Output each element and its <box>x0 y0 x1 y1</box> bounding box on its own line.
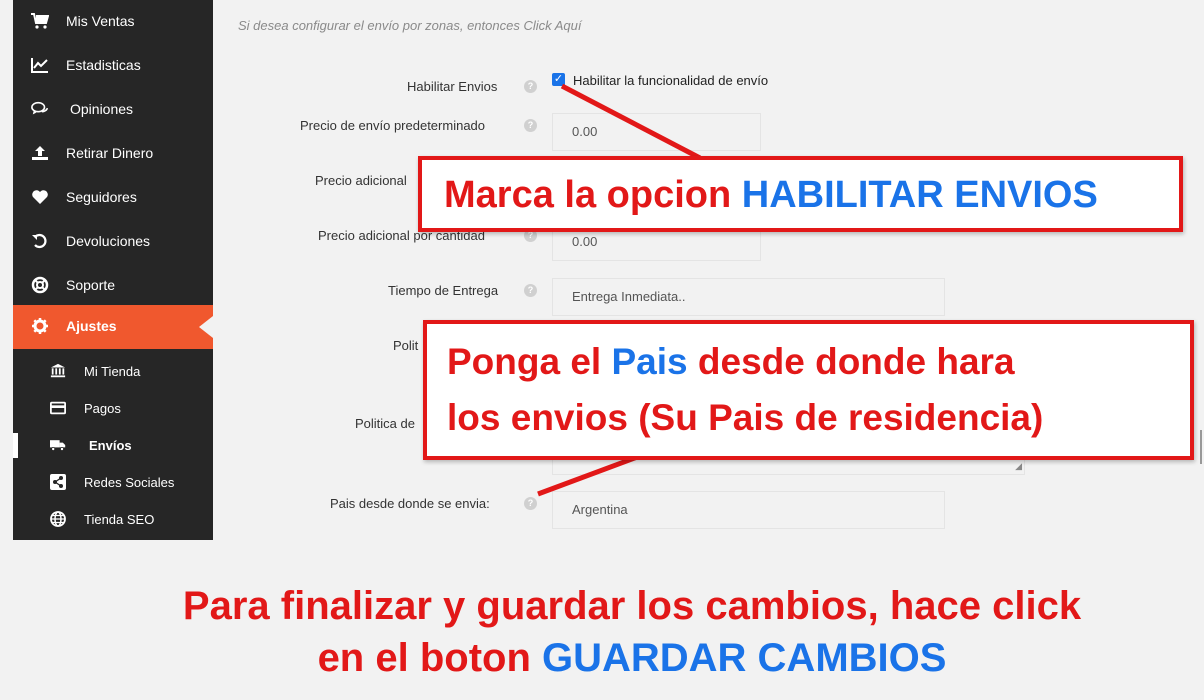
default-price-label: Precio de envío predeterminado <box>300 118 486 133</box>
callout-text: Ponga el <box>447 341 612 382</box>
sidebar-item-label: Estadisticas <box>66 57 141 73</box>
additional-price-label: Precio adicional <box>315 173 407 188</box>
callout-text: los envios (Su Pais de residencia) <box>447 397 1044 438</box>
sidebar: Mis Ventas Estadisticas Opiniones Retira… <box>13 0 213 540</box>
submenu-item-mi-tienda[interactable]: Mi Tienda <box>13 353 213 390</box>
card-icon <box>50 400 66 416</box>
chart-icon <box>31 56 49 74</box>
submenu-item-label: Envíos <box>89 438 132 453</box>
bottom-instruction: Para finalizar y guardar los cambios, ha… <box>100 580 1164 684</box>
delivery-time-input[interactable]: Entrega Inmediata.. <box>552 278 945 316</box>
submenu-item-label: Redes Sociales <box>84 475 175 490</box>
help-icon[interactable]: ? <box>524 497 537 510</box>
scrollbar[interactable] <box>1200 430 1202 464</box>
enable-shipping-label: Habilitar Envios <box>407 79 498 94</box>
sidebar-item-label: Seguidores <box>66 189 137 205</box>
truck-icon <box>50 437 66 453</box>
instruction-line: en el boton <box>317 636 542 680</box>
sidebar-item-label: Ajustes <box>66 318 117 334</box>
sidebar-item-seguidores[interactable]: Seguidores <box>13 176 213 220</box>
submenu-item-tienda-seo[interactable]: Tienda SEO <box>13 501 213 538</box>
sidebar-item-label: Soporte <box>66 277 116 293</box>
sidebar-item-opiniones[interactable]: Opiniones <box>13 88 213 132</box>
submenu-item-envios[interactable]: Envíos <box>13 427 213 464</box>
settings-submenu: Mi Tienda Pagos Envíos Redes Sociales Ti… <box>13 351 213 540</box>
submenu-item-label: Tienda SEO <box>84 512 155 527</box>
callout-enable-shipping: Marca la opcion HABILITAR ENVIOS <box>418 156 1183 232</box>
default-price-input[interactable]: 0.00 <box>552 113 761 151</box>
sidebar-item-label: Opiniones <box>70 101 134 117</box>
sidebar-item-devoluciones[interactable]: Devoluciones <box>13 220 213 264</box>
heart-icon <box>31 188 49 206</box>
policy2-label: Politica de <box>355 416 415 431</box>
help-icon[interactable]: ? <box>524 284 537 297</box>
sidebar-item-label: Mis Ventas <box>66 13 135 29</box>
upload-icon <box>31 144 49 162</box>
sidebar-item-label: Devoluciones <box>66 233 151 249</box>
sidebar-item-retirar-dinero[interactable]: Retirar Dinero <box>13 132 213 176</box>
submenu-item-redes-sociales[interactable]: Redes Sociales <box>13 464 213 501</box>
submenu-item-pagos[interactable]: Pagos <box>13 390 213 427</box>
zone-shipping-hint[interactable]: Si desea configurar el envío por zonas, … <box>238 18 582 33</box>
sidebar-item-soporte[interactable]: Soporte <box>13 264 213 308</box>
bank-icon <box>50 363 66 379</box>
globe-icon <box>50 511 66 527</box>
undo-icon <box>31 232 49 250</box>
callout-text: desde donde hara <box>687 341 1015 382</box>
sidebar-item-mis-ventas[interactable]: Mis Ventas <box>13 0 213 44</box>
submenu-item-label: Mi Tienda <box>84 364 141 379</box>
cart-icon <box>31 12 49 30</box>
lifebuoy-icon <box>31 276 49 294</box>
enable-shipping-checkbox-label[interactable]: Habilitar la funcionalidad de envío <box>573 73 768 88</box>
instruction-line: Para finalizar y guardar los cambios, ha… <box>182 584 1082 628</box>
callout-highlight: HABILITAR ENVIOS <box>741 174 1098 216</box>
callout-text: Marca la opcion <box>444 174 742 216</box>
sidebar-item-ajustes[interactable]: Ajustes <box>13 305 213 349</box>
origin-country-label: Pais desde donde se envia: <box>330 496 490 511</box>
resize-handle-icon[interactable]: ◢ <box>1015 461 1022 472</box>
share-icon <box>50 474 66 490</box>
sidebar-item-label: Retirar Dinero <box>66 145 154 161</box>
submenu-item-label: Pagos <box>84 401 121 416</box>
callout-origin-country: Ponga el Pais desde donde hara los envio… <box>423 320 1194 460</box>
policy-label: Polit <box>393 338 419 353</box>
active-indicator <box>199 316 213 338</box>
delivery-time-label: Tiempo de Entrega <box>388 283 499 298</box>
help-icon[interactable]: ? <box>524 80 537 93</box>
enable-shipping-checkbox[interactable]: ✓ <box>552 73 565 86</box>
help-icon[interactable]: ? <box>524 119 537 132</box>
instruction-highlight: GUARDAR CAMBIOS <box>542 636 947 680</box>
origin-country-input[interactable]: Argentina <box>552 491 945 529</box>
callout-highlight: Pais <box>611 341 688 382</box>
chat-icon <box>31 100 49 118</box>
gear-icon <box>31 317 49 335</box>
sidebar-item-estadisticas[interactable]: Estadisticas <box>13 44 213 88</box>
